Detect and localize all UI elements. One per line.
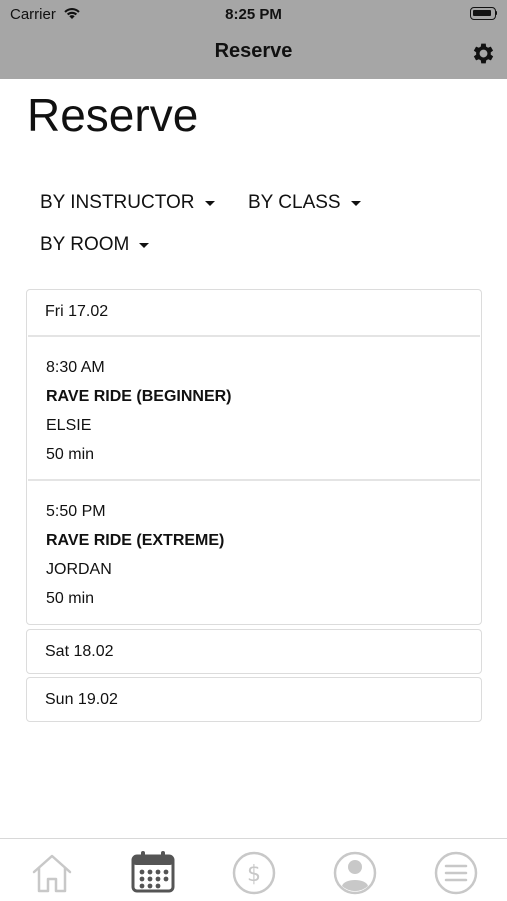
tab-calendar[interactable] xyxy=(129,848,177,896)
session-time: 5:50 PM xyxy=(46,503,106,520)
filter-label: BY CLASS xyxy=(248,192,341,213)
session-duration: 50 min xyxy=(46,446,95,463)
class-session[interactable]: 5:50 PM RAVE RIDE (EXTREME) JORDAN 50 mi… xyxy=(28,479,480,626)
session-name: RAVE RIDE (EXTREME) xyxy=(46,532,225,549)
tab-home[interactable] xyxy=(28,848,76,896)
filter-by-class[interactable]: BY CLASS xyxy=(248,192,361,214)
filter-by-room[interactable]: BY ROOM xyxy=(40,234,150,256)
session-instructor: JORDAN xyxy=(46,561,112,578)
status-time: 8:25 PM xyxy=(225,6,282,23)
nav-title: Reserve xyxy=(214,40,293,62)
filter-label: BY INSTRUCTOR xyxy=(40,192,195,213)
svg-text:$: $ xyxy=(247,862,261,887)
navigation-bar: Carrier 8:25 PM Reserve xyxy=(0,0,507,79)
tab-bar: $ xyxy=(0,838,507,901)
session-time: 8:30 AM xyxy=(46,359,105,376)
calendar-icon xyxy=(131,851,175,893)
session-name: RAVE RIDE (BEGINNER) xyxy=(46,388,232,405)
caret-down-icon xyxy=(204,200,215,206)
class-session[interactable]: 8:30 AM RAVE RIDE (BEGINNER) ELSIE 50 mi… xyxy=(28,335,480,480)
menu-icon xyxy=(434,851,478,895)
day-card: Fri 17.02 8:30 AM RAVE RIDE (BEGINNER) E… xyxy=(26,289,482,625)
tab-pricing[interactable]: $ xyxy=(230,848,278,896)
session-duration: 50 min xyxy=(46,590,95,607)
caret-down-icon xyxy=(350,200,361,206)
tab-menu[interactable] xyxy=(432,848,480,896)
filter-by-instructor[interactable]: BY INSTRUCTOR xyxy=(40,192,215,214)
day-header[interactable]: Sun 19.02 xyxy=(27,678,481,722)
day-card: Sun 19.02 xyxy=(26,677,482,722)
session-instructor: ELSIE xyxy=(46,417,92,434)
home-icon xyxy=(32,854,72,893)
battery-icon xyxy=(470,7,497,20)
caret-down-icon xyxy=(139,242,150,248)
page-title: Reserve xyxy=(27,89,199,141)
day-header[interactable]: Sat 18.02 xyxy=(27,630,481,674)
filter-label: BY ROOM xyxy=(40,234,130,255)
profile-icon xyxy=(333,851,377,895)
tab-profile[interactable] xyxy=(331,848,379,896)
day-header[interactable]: Fri 17.02 xyxy=(27,290,481,334)
dollar-icon: $ xyxy=(232,851,276,895)
day-card: Sat 18.02 xyxy=(26,629,482,674)
gear-icon[interactable] xyxy=(470,40,497,67)
